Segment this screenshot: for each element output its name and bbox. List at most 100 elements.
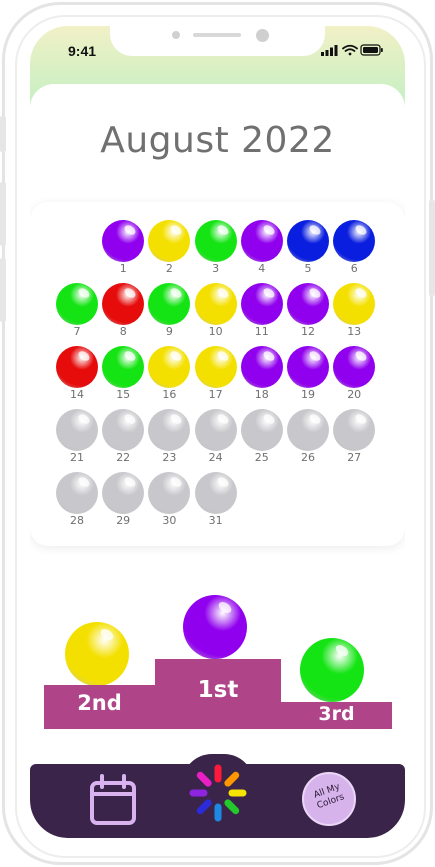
main-content: August 2022 1 2 3 4 5 6 7 8 9 10 11 12 13 14 15 16 17 18 1…: [30, 84, 405, 838]
day-cell-23[interactable]: 23: [148, 409, 191, 465]
power-button: [429, 200, 435, 296]
day-number: 15: [116, 388, 131, 401]
day-cell-28[interactable]: 28: [56, 472, 98, 528]
volume-down-button: [0, 258, 6, 322]
day-color-ball: [287, 346, 329, 388]
day-number: 20: [347, 388, 362, 401]
day-color-ball: [194, 220, 237, 262]
wifi-icon: [342, 44, 358, 56]
volume-up-button: [0, 182, 6, 246]
day-cell-27[interactable]: 27: [333, 409, 376, 465]
day-color-ball: [333, 283, 376, 325]
all-my-colors-badge[interactable]: All My Colors: [302, 772, 356, 826]
speaker: [193, 33, 241, 37]
podium-first-label: 1st: [197, 677, 239, 703]
podium-third-label: 3rd: [318, 703, 355, 725]
status-icons: [321, 44, 383, 56]
day-color-ball: [287, 409, 329, 451]
day-cell-18[interactable]: 18: [240, 346, 283, 402]
day-cell-16[interactable]: 16: [148, 346, 191, 402]
day-cell-11[interactable]: 11: [240, 283, 283, 339]
tab-colors[interactable]: [187, 762, 249, 824]
front-camera: [256, 29, 269, 42]
day-cell-7[interactable]: 7: [56, 283, 98, 339]
battery-icon: [360, 44, 383, 56]
second-place-ball: [65, 622, 129, 686]
day-cell-29[interactable]: 29: [102, 472, 145, 528]
day-number: 13: [347, 325, 362, 338]
day-cell-13[interactable]: 13: [333, 283, 376, 339]
day-color-ball: [333, 220, 376, 262]
day-number: 30: [162, 514, 177, 527]
tab-calendar[interactable]: [86, 772, 142, 830]
day-number: 12: [301, 325, 315, 338]
color-wheel-icon: [189, 764, 247, 822]
notch: [110, 26, 325, 56]
day-number: 27: [347, 451, 362, 464]
day-color-ball: [56, 346, 98, 388]
day-color-ball: [102, 283, 145, 325]
day-number: 23: [162, 451, 177, 464]
day-number: 7: [73, 325, 81, 338]
day-color-ball: [148, 472, 191, 514]
day-cell-31[interactable]: 31: [194, 472, 237, 528]
day-cell-26[interactable]: 26: [287, 409, 329, 465]
day-number: 6: [350, 262, 358, 275]
day-cell-22[interactable]: 22: [102, 409, 145, 465]
badge-text: All My Colors: [312, 782, 346, 812]
day-cell-24[interactable]: 24: [194, 409, 237, 465]
day-number: 8: [119, 325, 127, 338]
day-cell-5[interactable]: 5: [287, 220, 329, 276]
day-number: 25: [254, 451, 269, 464]
day-cell-25[interactable]: 25: [240, 409, 283, 465]
day-color-ball: [102, 346, 145, 388]
day-number: 24: [208, 451, 223, 464]
day-cell-10[interactable]: 10: [194, 283, 237, 339]
day-cell-19[interactable]: 19: [287, 346, 329, 402]
day-cell-4[interactable]: 4: [240, 220, 283, 276]
podium-second: 2nd: [44, 685, 155, 729]
day-color-ball: [102, 409, 145, 451]
day-cell-20[interactable]: 20: [333, 346, 376, 402]
day-number: 1: [119, 262, 127, 275]
day-cell-2[interactable]: 2: [148, 220, 191, 276]
day-cell-8[interactable]: 8: [102, 283, 145, 339]
third-place-ball: [300, 638, 364, 702]
day-color-ball: [240, 346, 283, 388]
day-number: 5: [304, 262, 312, 275]
day-cell-14[interactable]: 14: [56, 346, 98, 402]
day-number: 10: [208, 325, 223, 338]
day-color-ball: [194, 346, 237, 388]
day-color-ball: [148, 283, 191, 325]
day-number: 11: [254, 325, 269, 338]
day-number: 3: [212, 262, 220, 275]
day-number: 22: [116, 451, 131, 464]
status-time: 9:41: [68, 43, 97, 59]
day-cell-15[interactable]: 15: [102, 346, 145, 402]
day-cell-9[interactable]: 9: [148, 283, 191, 339]
day-number: 21: [70, 451, 84, 464]
day-cell-30[interactable]: 30: [148, 472, 191, 528]
day-number: 26: [301, 451, 315, 464]
day-number: 9: [165, 325, 173, 338]
day-cell-17[interactable]: 17: [194, 346, 237, 402]
day-cell-3[interactable]: 3: [194, 220, 237, 276]
day-color-ball: [56, 472, 98, 514]
day-number: 2: [165, 262, 173, 275]
day-color-ball: [148, 220, 191, 262]
day-cell-1[interactable]: 1: [102, 220, 145, 276]
day-color-ball: [240, 220, 283, 262]
day-number: 28: [70, 514, 84, 527]
day-number: 29: [116, 514, 131, 527]
day-cell-12[interactable]: 12: [287, 283, 329, 339]
day-color-ball: [333, 409, 376, 451]
day-cell-21[interactable]: 21: [56, 409, 98, 465]
month-title: August 2022: [100, 120, 335, 161]
podium-first: 1st: [155, 659, 281, 729]
day-cell-6[interactable]: 6: [333, 220, 376, 276]
day-color-ball: [194, 283, 237, 325]
day-number: 19: [301, 388, 315, 401]
day-color-ball: [287, 283, 329, 325]
day-number: 17: [208, 388, 223, 401]
day-number: 31: [208, 514, 223, 527]
